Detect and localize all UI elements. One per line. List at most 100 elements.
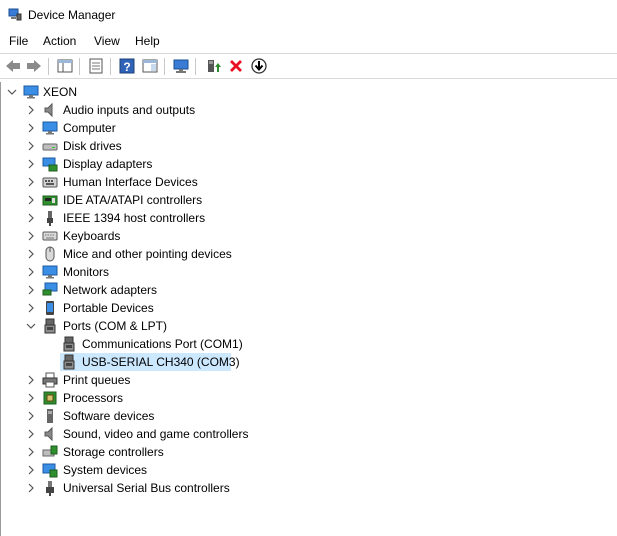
tree-category[interactable]: Ports (COM & LPT): [0, 317, 617, 335]
keyboard-icon: [42, 228, 58, 244]
display-adapter-icon: [42, 156, 58, 172]
device-manager-app-icon: [8, 8, 22, 25]
monitor-icon: [42, 264, 58, 280]
tree-node-label: Sound, video and game controllers: [63, 427, 249, 441]
tree-category[interactable]: System devices: [0, 461, 617, 479]
chevron-down-icon[interactable]: [25, 320, 36, 332]
uninstall-device-icon[interactable]: [227, 57, 245, 75]
window-title: Device Manager: [28, 8, 116, 22]
tree-category[interactable]: Display adapters: [0, 155, 617, 173]
chevron-right-icon[interactable]: [26, 158, 36, 170]
toolbar-separator: [195, 58, 196, 75]
show-hide-console-tree-icon[interactable]: [56, 57, 74, 75]
tree-category[interactable]: Monitors: [0, 263, 617, 281]
properties-icon[interactable]: [87, 57, 105, 75]
tree-category[interactable]: Universal Serial Bus controllers: [0, 479, 617, 497]
monitor-icon: [42, 120, 58, 136]
menu-action[interactable]: Action: [43, 34, 76, 48]
tree-node-label: Audio inputs and outputs: [63, 103, 196, 117]
tree-category[interactable]: Human Interface Devices: [0, 173, 617, 191]
software-device-icon: [42, 408, 58, 424]
port-icon: [42, 318, 58, 334]
chevron-right-icon[interactable]: [26, 140, 36, 152]
tree-category[interactable]: IDE ATA/ATAPI controllers: [0, 191, 617, 209]
toolbar-separator: [164, 58, 165, 75]
tree-category[interactable]: Network adapters: [0, 281, 617, 299]
tree-category[interactable]: Disk drives: [0, 137, 617, 155]
tree-node-label: IDE ATA/ATAPI controllers: [63, 193, 203, 207]
tree-node-label: System devices: [63, 463, 148, 477]
port-icon: [61, 336, 77, 352]
monitor-icon: [23, 84, 39, 100]
tree-node-label: Universal Serial Bus controllers: [63, 481, 230, 495]
scan-hardware-changes-icon[interactable]: [172, 57, 190, 75]
chevron-right-icon[interactable]: [26, 446, 36, 458]
storage-controller-icon: [42, 444, 58, 460]
processor-icon: [42, 390, 58, 406]
help-icon[interactable]: ?: [118, 57, 136, 75]
tree-category[interactable]: Audio inputs and outputs: [0, 101, 617, 119]
svg-text:?: ?: [123, 60, 130, 74]
tree-category[interactable]: Storage controllers: [0, 443, 617, 461]
tree-node-label: Software devices: [63, 409, 155, 423]
hid-icon: [42, 174, 58, 190]
chevron-right-icon[interactable]: [26, 212, 36, 224]
update-driver-icon[interactable]: [204, 57, 222, 75]
menu-view[interactable]: View: [94, 34, 120, 48]
tree-root-xeon[interactable]: XEON: [0, 83, 617, 101]
forward-arrow-icon[interactable]: [25, 57, 43, 75]
menu-help[interactable]: Help: [135, 34, 160, 48]
title-bar: Device Manager: [0, 0, 617, 30]
port-icon: [61, 354, 77, 370]
disk-drive-icon: [42, 138, 58, 154]
chevron-right-icon[interactable]: [26, 122, 36, 134]
chevron-right-icon[interactable]: [26, 176, 36, 188]
printer-icon: [42, 372, 58, 388]
chevron-right-icon[interactable]: [26, 248, 36, 260]
tree-category[interactable]: Computer: [0, 119, 617, 137]
tree-node-label: Computer: [63, 121, 116, 135]
chevron-down-icon[interactable]: [6, 86, 17, 98]
menu-bar: File Action View Help: [0, 31, 617, 51]
chevron-right-icon[interactable]: [26, 284, 36, 296]
tree-node-label: Monitors: [63, 265, 110, 279]
tree-category[interactable]: Software devices: [0, 407, 617, 425]
tree-category[interactable]: Sound, video and game controllers: [0, 425, 617, 443]
tree-device-item[interactable]: USB-SERIAL CH340 (COM3): [0, 353, 617, 371]
chevron-right-icon[interactable]: [26, 230, 36, 242]
tree-node-label: Human Interface Devices: [63, 175, 198, 189]
tree-category[interactable]: Print queues: [0, 371, 617, 389]
usb-icon: [42, 480, 58, 496]
network-adapter-icon: [42, 282, 58, 298]
chevron-right-icon[interactable]: [26, 464, 36, 476]
chevron-right-icon[interactable]: [26, 194, 36, 206]
chevron-right-icon[interactable]: [26, 374, 36, 386]
enable-device-icon[interactable]: [250, 57, 268, 75]
tree-category[interactable]: Mice and other pointing devices: [0, 245, 617, 263]
toolbar-separator: [48, 58, 49, 75]
back-arrow-icon[interactable]: [4, 57, 22, 75]
tree-node-label: Disk drives: [63, 139, 122, 153]
chevron-right-icon[interactable]: [26, 104, 36, 116]
chevron-right-icon[interactable]: [26, 392, 36, 404]
tree-node-label: Print queues: [63, 373, 131, 387]
action-pane-icon[interactable]: [141, 57, 159, 75]
tree-node-label: USB-SERIAL CH340 (COM3): [82, 355, 240, 369]
menu-file[interactable]: File: [9, 34, 28, 48]
tree-category[interactable]: Portable Devices: [0, 299, 617, 317]
toolbar: ?: [0, 53, 617, 79]
tree-node-label: Network adapters: [63, 283, 158, 297]
tree-node-label: Ports (COM & LPT): [63, 319, 168, 333]
tree-category[interactable]: Processors: [0, 389, 617, 407]
speaker-icon: [42, 102, 58, 118]
tree-category[interactable]: Keyboards: [0, 227, 617, 245]
chevron-right-icon[interactable]: [26, 428, 36, 440]
tree-category[interactable]: IEEE 1394 host controllers: [0, 209, 617, 227]
chevron-right-icon[interactable]: [26, 266, 36, 278]
chevron-right-icon[interactable]: [26, 482, 36, 494]
tree-node-label: IEEE 1394 host controllers: [63, 211, 206, 225]
mouse-icon: [42, 246, 58, 262]
tree-device-item[interactable]: Communications Port (COM1): [0, 335, 617, 353]
chevron-right-icon[interactable]: [26, 410, 36, 422]
chevron-right-icon[interactable]: [26, 302, 36, 314]
